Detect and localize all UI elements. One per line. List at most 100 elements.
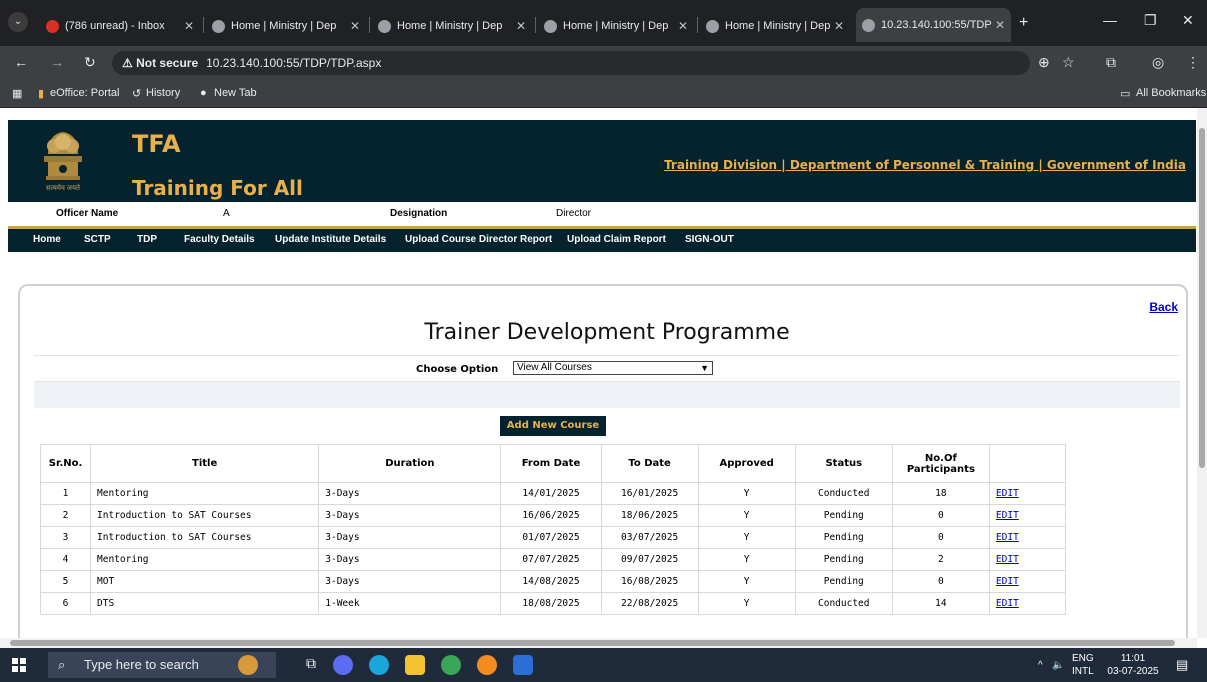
tab-search-icon[interactable]: ⌄ bbox=[8, 12, 28, 32]
edit-link[interactable]: EDIT bbox=[996, 576, 1019, 587]
close-icon[interactable]: ✕ bbox=[184, 12, 194, 40]
notepad-icon[interactable] bbox=[513, 655, 533, 675]
menu-upload-course-director-report[interactable]: Upload Course Director Report bbox=[405, 234, 552, 245]
bookmark-eoffice[interactable]: eOffice: Portal bbox=[50, 87, 120, 99]
forward-arrow-icon[interactable]: → bbox=[50, 54, 64, 70]
tab-inbox[interactable]: (786 unread) - Inbox ✕ bbox=[40, 12, 200, 40]
copilot-icon[interactable] bbox=[333, 655, 353, 675]
close-icon[interactable]: ✕ bbox=[995, 8, 1005, 42]
zoom-icon[interactable]: ⊕ bbox=[1038, 54, 1050, 71]
apps-grid-icon[interactable]: ▦ bbox=[12, 87, 22, 100]
edge-icon[interactable] bbox=[369, 655, 389, 675]
tab-label: Home | Ministry | Dep bbox=[397, 20, 503, 32]
widgets-icon[interactable] bbox=[238, 655, 258, 675]
restore-icon[interactable]: ❐ bbox=[1144, 12, 1157, 29]
cell-to: 22/08/2025 bbox=[600, 592, 699, 615]
cell-participants: 0 bbox=[891, 570, 990, 593]
notification-icon[interactable]: ▤ bbox=[1176, 658, 1188, 671]
clock[interactable]: 11:01 03-07-2025 bbox=[1104, 652, 1162, 678]
cell-to: 09/07/2025 bbox=[600, 548, 699, 571]
menu-update-institute[interactable]: Update Institute Details bbox=[275, 234, 386, 245]
menu-sctp[interactable]: SCTP bbox=[84, 234, 111, 245]
menu-kebab-icon[interactable]: ⋮ bbox=[1186, 54, 1200, 71]
menu-home[interactable]: Home bbox=[33, 234, 61, 245]
chrome-icon[interactable] bbox=[441, 655, 461, 675]
tab-ministry-1[interactable]: Home | Ministry | Dep ✕ bbox=[206, 12, 366, 40]
cell-status: Pending bbox=[794, 548, 893, 571]
cell-from: 14/01/2025 bbox=[500, 482, 602, 505]
edit-link[interactable]: EDIT bbox=[996, 488, 1019, 499]
tab-ministry-2[interactable]: Home | Ministry | Dep ✕ bbox=[372, 12, 532, 40]
add-new-course-button[interactable]: Add New Course bbox=[500, 416, 606, 436]
scroll-thumb[interactable] bbox=[1199, 128, 1205, 468]
edit-link[interactable]: EDIT bbox=[996, 532, 1019, 543]
tab-tdp-active[interactable]: 10.23.140.100:55/TDP ✕ bbox=[856, 8, 1011, 42]
edit-link[interactable]: EDIT bbox=[996, 598, 1019, 609]
cell-title: MOT bbox=[90, 570, 320, 593]
cell-from: 07/07/2025 bbox=[500, 548, 602, 571]
edit-link[interactable]: EDIT bbox=[996, 554, 1019, 565]
close-icon[interactable]: ✕ bbox=[834, 12, 844, 40]
menu-sign-out[interactable]: SIGN-OUT bbox=[685, 234, 734, 245]
window-close-icon[interactable]: ✕ bbox=[1182, 12, 1194, 29]
col-title: Title bbox=[90, 444, 320, 483]
tab-ministry-3[interactable]: Home | Ministry | Dep ✕ bbox=[538, 12, 694, 40]
menu-upload-claim-report[interactable]: Upload Claim Report bbox=[567, 234, 666, 245]
horizontal-scrollbar[interactable] bbox=[0, 638, 1197, 648]
close-icon[interactable]: ✕ bbox=[350, 12, 360, 40]
filter-band bbox=[34, 382, 1180, 408]
new-tab-icon[interactable]: + bbox=[1019, 14, 1028, 32]
globe-icon bbox=[862, 18, 875, 32]
tray-chevron-icon[interactable]: ^ bbox=[1038, 659, 1043, 672]
task-view-icon[interactable]: ⧉ bbox=[301, 655, 321, 675]
col-sr-no: Sr.No. bbox=[39, 444, 92, 483]
brand-title: TFA bbox=[132, 130, 181, 158]
cell-participants: 0 bbox=[891, 526, 990, 549]
choose-option-row: Choose Option View All Courses ▼ bbox=[34, 356, 1180, 382]
back-arrow-icon[interactable]: ← bbox=[14, 54, 28, 70]
reload-icon[interactable]: ↻ bbox=[84, 54, 96, 71]
windows-start-icon[interactable] bbox=[12, 658, 26, 672]
cell-participants: 2 bbox=[891, 548, 990, 571]
close-icon[interactable]: ✕ bbox=[516, 12, 526, 40]
col-approved: Approved bbox=[697, 444, 796, 483]
all-bookmarks[interactable]: All Bookmarks bbox=[1136, 87, 1206, 99]
profile-icon[interactable]: ◎ bbox=[1152, 54, 1164, 71]
language-indicator[interactable]: ENG INTL bbox=[1072, 652, 1094, 678]
scroll-thumb[interactable] bbox=[10, 640, 1175, 646]
designation-label: Designation bbox=[390, 208, 448, 219]
bookmark-history[interactable]: History bbox=[146, 87, 180, 99]
menu-tdp[interactable]: TDP bbox=[137, 234, 157, 245]
edit-link[interactable]: EDIT bbox=[996, 510, 1019, 521]
bookmark-new-tab[interactable]: New Tab bbox=[214, 87, 257, 99]
volume-icon[interactable]: 🔈 bbox=[1052, 659, 1064, 672]
cell-sr: 3 bbox=[39, 526, 92, 549]
table-row: 5 MOT 3-Days 14/08/2025 16/08/2025 Y Pen… bbox=[39, 570, 1067, 593]
globe-icon: ● bbox=[200, 87, 207, 99]
cell-status: Pending bbox=[794, 504, 893, 527]
cell-status: Conducted bbox=[794, 592, 893, 615]
cell-approved: Y bbox=[697, 592, 796, 615]
cell-duration: 3-Days bbox=[318, 570, 502, 593]
url-input[interactable]: ⚠ Not secure 10.23.140.100:55/TDP/TDP.asp… bbox=[112, 51, 1030, 75]
choose-option-select[interactable]: View All Courses ▼ bbox=[513, 361, 713, 375]
designation-value: Director bbox=[556, 208, 592, 219]
minimize-icon[interactable]: — bbox=[1103, 12, 1117, 28]
menu-faculty-details[interactable]: Faculty Details bbox=[184, 234, 255, 245]
not-secure-badge[interactable]: ⚠ Not secure bbox=[122, 56, 198, 70]
clock-time: 11:01 bbox=[1120, 653, 1146, 664]
eoffice-icon: ▮ bbox=[38, 88, 45, 100]
close-icon[interactable]: ✕ bbox=[678, 12, 688, 40]
tab-label: 10.23.140.100:55/TDP bbox=[881, 19, 992, 31]
table-row: 3 Introduction to SAT Courses 3-Days 01/… bbox=[39, 526, 1067, 549]
firefox-icon[interactable] bbox=[477, 655, 497, 675]
vertical-scrollbar[interactable] bbox=[1197, 108, 1207, 638]
cell-to: 16/08/2025 bbox=[600, 570, 699, 593]
bookmark-star-icon[interactable]: ☆ bbox=[1062, 54, 1075, 71]
back-link[interactable]: Back bbox=[1149, 300, 1178, 314]
extensions-icon[interactable]: ⧉ bbox=[1106, 54, 1116, 71]
tab-label: Home | Ministry | Dep bbox=[725, 20, 831, 32]
org-link[interactable]: Training Division | Department of Person… bbox=[664, 158, 1186, 172]
file-explorer-icon[interactable] bbox=[405, 655, 425, 675]
tab-ministry-4[interactable]: Home | Ministry | Dep ✕ bbox=[700, 12, 850, 40]
